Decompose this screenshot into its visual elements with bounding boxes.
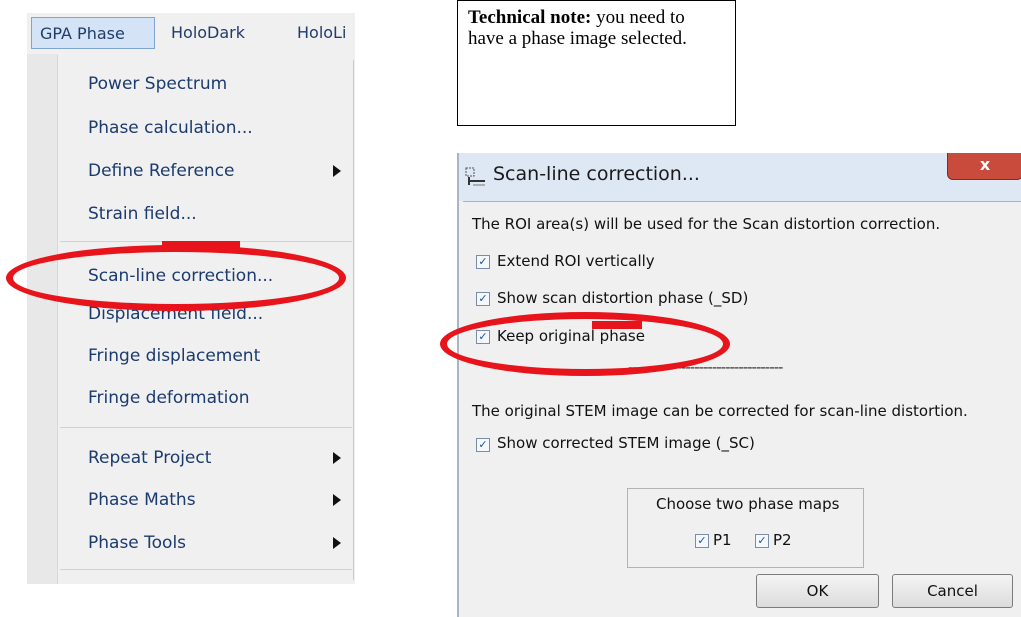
dialog-titlebar[interactable]: Scan-line correction... x bbox=[459, 153, 1021, 201]
p1-checkbox[interactable]: ✓ bbox=[695, 534, 709, 548]
menu-item-phase-maths[interactable]: Phase Maths bbox=[88, 486, 196, 514]
stem-info-text: The original STEM image can be corrected… bbox=[472, 402, 968, 420]
menubar-hololi[interactable]: HoloLi bbox=[297, 17, 355, 49]
menubar: GPA Phase HoloDark HoloLi bbox=[27, 13, 355, 53]
show-sd-label: Show scan distortion phase (_SD) bbox=[497, 289, 749, 307]
menu-item-phase-tools[interactable]: Phase Tools bbox=[88, 529, 186, 557]
highlight-ellipse bbox=[440, 312, 730, 376]
menu-icon-column bbox=[27, 54, 58, 584]
menu-separator bbox=[60, 569, 352, 570]
p1-label: P1 bbox=[713, 531, 732, 549]
dialog-intro-text: The ROI area(s) will be used for the Sca… bbox=[472, 215, 941, 233]
menu-separator bbox=[60, 427, 352, 428]
submenu-arrow-icon bbox=[333, 494, 341, 506]
submenu-arrow-icon bbox=[333, 537, 341, 549]
show-stem-label: Show corrected STEM image (_SC) bbox=[497, 434, 755, 452]
cancel-button[interactable]: Cancel bbox=[892, 574, 1013, 608]
dialog-title: Scan-line correction... bbox=[493, 163, 700, 185]
submenu-arrow-icon bbox=[333, 452, 341, 464]
highlight-ellipse bbox=[6, 245, 346, 311]
show-stem-checkbox[interactable]: ✓ bbox=[476, 438, 490, 452]
menubar-gpa-phase[interactable]: GPA Phase bbox=[31, 17, 155, 49]
menu-item-power-spectrum[interactable]: Power Spectrum bbox=[88, 70, 227, 98]
ok-button[interactable]: OK bbox=[756, 574, 879, 608]
menu-item-repeat-project[interactable]: Repeat Project bbox=[88, 444, 211, 472]
phase-maps-label: Choose two phase maps bbox=[656, 495, 840, 513]
extend-roi-checkbox[interactable]: ✓ bbox=[476, 255, 490, 269]
p2-checkbox[interactable]: ✓ bbox=[755, 534, 769, 548]
menubar-holodark[interactable]: HoloDark bbox=[171, 17, 245, 49]
app-icon bbox=[465, 167, 485, 186]
menu-item-fringe-deformation[interactable]: Fringe deformation bbox=[88, 384, 250, 412]
technical-note: Technical note: you need to have a phase… bbox=[457, 0, 736, 126]
menu-item-fringe-displacement[interactable]: Fringe displacement bbox=[88, 342, 260, 370]
submenu-arrow-icon bbox=[333, 165, 341, 177]
menu-divider bbox=[353, 60, 354, 580]
close-button[interactable]: x bbox=[947, 153, 1021, 180]
note-title: Technical note: bbox=[468, 7, 592, 28]
menu-item-define-reference[interactable]: Define Reference bbox=[88, 157, 235, 185]
menu-item-phase-calculation[interactable]: Phase calculation... bbox=[88, 114, 253, 142]
extend-roi-label: Extend ROI vertically bbox=[497, 252, 655, 270]
show-sd-checkbox[interactable]: ✓ bbox=[476, 292, 490, 306]
menu-item-strain-field[interactable]: Strain field... bbox=[88, 200, 197, 228]
p2-label: P2 bbox=[773, 531, 792, 549]
